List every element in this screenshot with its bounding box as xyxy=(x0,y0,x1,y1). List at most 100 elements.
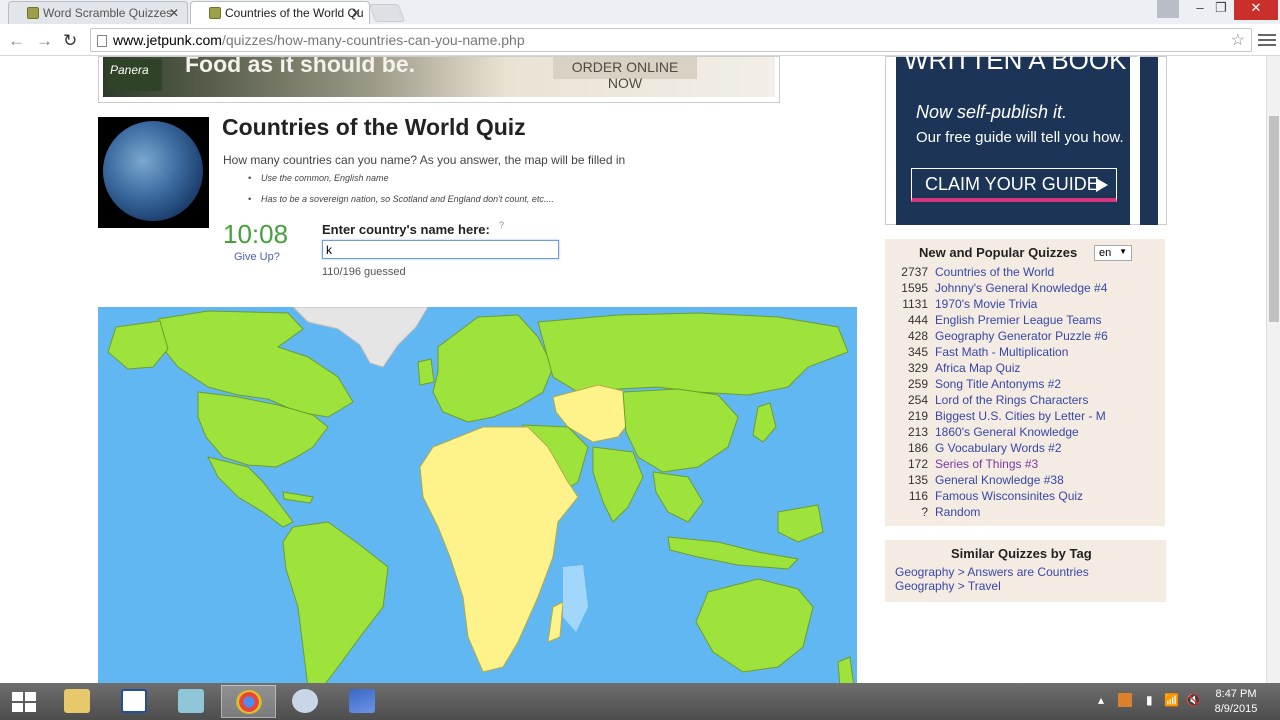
quiz-link[interactable]: Johnny's General Knowledge #4 xyxy=(935,281,1107,295)
similar-tag-row: Geography > Answers are Countries xyxy=(895,565,1089,579)
url-path: /quizzes/how-many-countries-can-you-name… xyxy=(221,32,525,48)
battery-icon[interactable]: ▮ xyxy=(1146,693,1153,707)
app-icon xyxy=(349,689,375,713)
play-count: 444 xyxy=(907,313,928,327)
app-taskbar-button[interactable] xyxy=(164,685,219,718)
quiz-link[interactable]: Random xyxy=(935,505,980,519)
file-explorer-taskbar-button[interactable] xyxy=(50,685,105,718)
claim-guide-button[interactable]: CLAIM YOUR GUIDE xyxy=(911,168,1117,202)
app-taskbar-button[interactable] xyxy=(335,685,390,718)
popular-quiz-row: ? Random xyxy=(895,505,1155,521)
popular-quiz-row: 1595 Johnny's General Knowledge #4 xyxy=(895,281,1155,297)
tab-label: Countries of the World Qu xyxy=(225,6,364,20)
tag-link[interactable]: Geography xyxy=(895,579,954,593)
play-count: 213 xyxy=(907,425,928,439)
play-count: 1131 xyxy=(902,297,928,311)
tag-link[interactable]: Geography xyxy=(895,565,954,579)
quiz-link[interactable]: Countries of the World xyxy=(935,265,1054,279)
popular-quizzes-heading: New and Popular Quizzes xyxy=(919,245,1078,260)
system-clock[interactable]: 8:47 PM 8/9/2015 xyxy=(1208,687,1264,717)
close-window-button[interactable]: ✕ xyxy=(1234,0,1278,20)
quiz-link[interactable]: Song Title Antonyms #2 xyxy=(935,377,1061,391)
forward-arrow-icon[interactable]: → xyxy=(36,31,53,51)
tab-label: Word Scramble Quizzes xyxy=(43,6,173,20)
quiz-link[interactable]: Famous Wisconsinites Quiz xyxy=(935,489,1083,503)
guessed-count: 110/196 guessed xyxy=(322,266,406,278)
help-icon[interactable]: ? xyxy=(499,220,504,230)
ad-order-button[interactable]: ORDER ONLINE NOW xyxy=(553,57,697,91)
r-app-icon xyxy=(121,689,147,713)
minimize-button[interactable]: – xyxy=(1190,0,1210,20)
banner-ad[interactable]: Panera Food as it should be. ORDER ONLIN… xyxy=(98,56,780,103)
quiz-link[interactable]: 1970's Movie Trivia xyxy=(935,297,1037,311)
jetpunk-favicon-icon xyxy=(27,7,39,19)
windows-start-icon[interactable] xyxy=(12,692,36,712)
paint-palette-icon xyxy=(292,689,318,713)
paint-taskbar-button[interactable] xyxy=(278,685,333,718)
popular-quiz-row: 1131 1970's Movie Trivia xyxy=(895,297,1155,313)
subtag-link[interactable]: Travel xyxy=(968,579,1001,593)
quiz-rules: Use the common, English name Has to be a… xyxy=(248,173,554,215)
jetpunk-favicon-icon xyxy=(209,7,221,19)
chrome-icon xyxy=(236,690,262,714)
rule-item: Use the common, English name xyxy=(248,173,554,183)
give-up-link[interactable]: Give Up? xyxy=(234,251,280,263)
sidebar-ad-text: Our free guide will tell you how. xyxy=(916,129,1124,146)
quiz-link[interactable]: Biggest U.S. Cities by Letter - M xyxy=(935,409,1106,423)
quiz-link[interactable]: Lord of the Rings Characters xyxy=(935,393,1088,407)
subtag-link[interactable]: Answers are Countries xyxy=(967,565,1088,579)
chevron-down-icon: ▼ xyxy=(1119,247,1127,256)
page-scrollbar[interactable] xyxy=(1266,56,1280,683)
language-value: en xyxy=(1099,247,1112,259)
chrome-menu-icon[interactable] xyxy=(1258,31,1276,49)
tray-up-arrow-icon[interactable]: ▴ xyxy=(1098,693,1104,707)
maximize-button[interactable]: ❐ xyxy=(1210,0,1232,20)
popular-quiz-row: 135 General Knowledge #38 xyxy=(895,473,1155,489)
banner-ad-image: Panera Food as it should be. ORDER ONLIN… xyxy=(103,57,775,97)
user-profile-icon[interactable] xyxy=(1157,0,1179,18)
tab-word-scramble[interactable]: Word Scramble Quizzes ✕ xyxy=(8,1,188,24)
popular-quiz-row: 345 Fast Math - Multiplication xyxy=(895,345,1155,361)
quiz-link[interactable]: Fast Math - Multiplication xyxy=(935,345,1068,359)
new-tab-button[interactable] xyxy=(368,4,406,22)
scrollbar-thumb[interactable] xyxy=(1269,116,1279,322)
reload-icon[interactable]: ↻ xyxy=(63,31,77,51)
clock-date: 8/9/2015 xyxy=(1214,703,1258,715)
browser-toolbar: ← → ↻ www.jetpunk.com/quizzes/how-many-c… xyxy=(0,24,1280,56)
play-count: 329 xyxy=(907,361,928,375)
address-bar[interactable]: www.jetpunk.com/quizzes/how-many-countri… xyxy=(90,28,1252,52)
quiz-link[interactable]: Series of Things #3 xyxy=(935,457,1038,471)
page-icon xyxy=(97,35,107,47)
quiz-link[interactable]: Geography Generator Puzzle #6 xyxy=(935,329,1108,343)
quiz-link[interactable]: G Vocabulary Words #2 xyxy=(935,441,1062,455)
quiz-link[interactable]: 1860's General Knowledge xyxy=(935,425,1079,439)
popular-quiz-row: 213 1860's General Knowledge xyxy=(895,425,1155,441)
language-select[interactable]: en ▼ xyxy=(1094,245,1132,261)
popular-quiz-row: 428 Geography Generator Puzzle #6 xyxy=(895,329,1155,345)
rule-item: Has to be a sovereign nation, so Scotlan… xyxy=(248,194,554,204)
quiz-description: How many countries can you name? As you … xyxy=(223,153,626,167)
play-count: 2737 xyxy=(901,265,928,279)
tray-app-icon[interactable] xyxy=(1118,693,1132,707)
uk-shape xyxy=(417,358,435,386)
r-app-taskbar-button[interactable] xyxy=(107,685,162,718)
popular-quiz-row: 116 Famous Wisconsinites Quiz xyxy=(895,489,1155,505)
tab-close-icon[interactable]: ✕ xyxy=(169,6,179,20)
quiz-link[interactable]: Africa Map Quiz xyxy=(935,361,1020,375)
play-count: 172 xyxy=(907,457,928,471)
back-arrow-icon[interactable]: ← xyxy=(8,31,25,51)
quiz-link[interactable]: English Premier League Teams xyxy=(935,313,1102,327)
sidebar-ad-headline: WRITTEN A BOOK? xyxy=(904,56,1141,75)
tab-countries-quiz[interactable]: Countries of the World Qu ✕ xyxy=(190,1,370,24)
clock-time: 8:47 PM xyxy=(1215,688,1257,700)
network-icon[interactable]: 📶 xyxy=(1164,693,1179,707)
chrome-taskbar-button[interactable] xyxy=(221,685,276,718)
url-host: www.jetpunk.com xyxy=(113,32,222,48)
tab-close-icon[interactable]: ✕ xyxy=(351,6,361,20)
bookmark-star-icon[interactable]: ☆ xyxy=(1231,30,1245,50)
quiz-link[interactable]: General Knowledge #38 xyxy=(935,473,1064,487)
country-answer-input[interactable] xyxy=(322,240,559,259)
volume-icon[interactable]: 🔇 xyxy=(1186,693,1201,707)
similar-tag-row: Geography > Travel xyxy=(895,579,1001,593)
sidebar-ad[interactable]: WRITTEN A BOOK? Now self-publish it. Our… xyxy=(885,56,1167,225)
